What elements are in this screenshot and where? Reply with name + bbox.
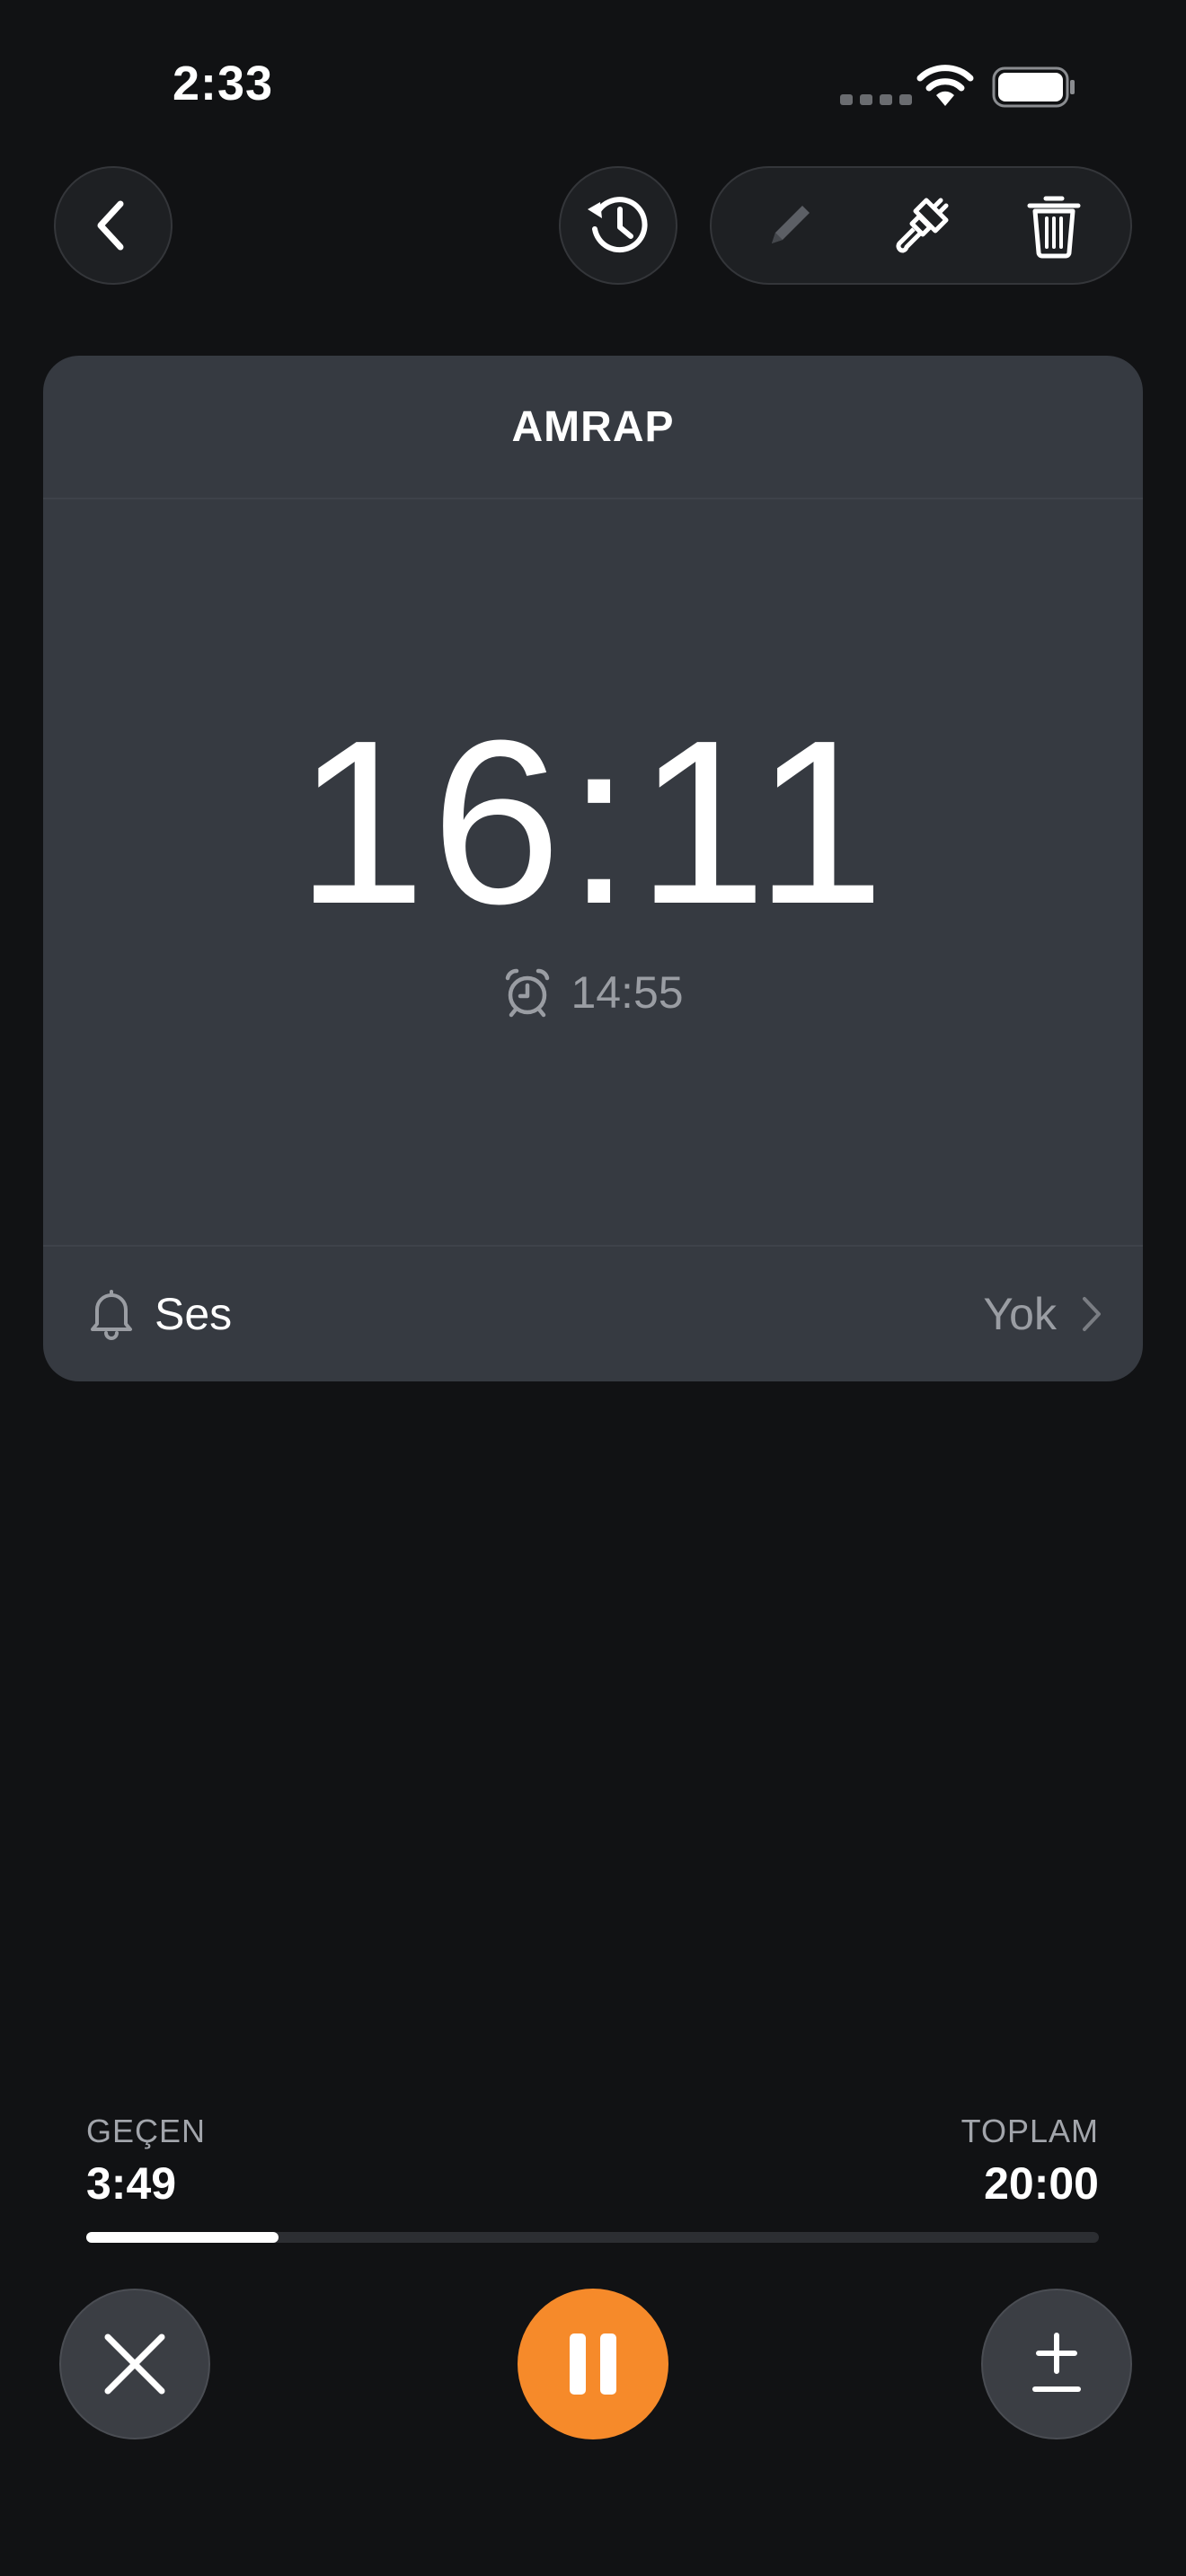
paintbrush-icon xyxy=(896,198,949,253)
timer-mode-title: AMRAP xyxy=(43,356,1143,499)
status-time: 2:33 xyxy=(173,57,274,110)
elapsed-label: GEÇEN xyxy=(86,2113,207,2149)
sound-value-group: Yok xyxy=(983,1247,1103,1381)
timer-screen: 2:33 AMRAP 16:11 14:55 Ses Yok GEÇEN 3:4… xyxy=(0,0,1186,2576)
bell-icon xyxy=(91,1290,132,1340)
elapsed-value: 3:49 xyxy=(86,2158,177,2209)
battery-icon xyxy=(992,66,1076,112)
alarm-row: 14:55 xyxy=(43,966,1143,1019)
adjust-time-button[interactable] xyxy=(981,2289,1132,2439)
progress-fill xyxy=(86,2232,279,2243)
close-icon xyxy=(104,2333,165,2395)
total-label: TOPLAM xyxy=(960,2113,1099,2149)
cancel-button[interactable] xyxy=(59,2289,210,2439)
total-value: 20:00 xyxy=(984,2158,1099,2209)
alarm-clock-icon xyxy=(506,968,550,1018)
wifi-icon xyxy=(916,65,974,112)
sound-setting-row[interactable]: Ses Yok xyxy=(43,1245,1143,1381)
back-button[interactable] xyxy=(54,166,173,285)
chevron-right-icon xyxy=(1083,1297,1101,1331)
alarm-time: 14:55 xyxy=(571,967,684,1018)
plus-minus-icon xyxy=(1032,2333,1081,2392)
timer-card: AMRAP 16:11 14:55 Ses Yok xyxy=(43,356,1143,1381)
tool-group xyxy=(710,166,1132,285)
delete-button[interactable] xyxy=(987,168,1121,283)
history-icon xyxy=(588,197,648,253)
progress-track xyxy=(86,2232,1099,2243)
cellular-signal-icon xyxy=(840,94,912,105)
remaining-time: 16:11 xyxy=(296,693,890,953)
chevron-left-icon xyxy=(97,200,124,251)
edit-button[interactable] xyxy=(722,168,857,283)
sound-label: Ses xyxy=(155,1289,233,1339)
sound-value: Yok xyxy=(983,1289,1057,1339)
style-button[interactable] xyxy=(854,168,988,283)
sound-label-group: Ses xyxy=(88,1247,232,1381)
pause-button[interactable] xyxy=(518,2289,668,2439)
pause-icon xyxy=(570,2333,616,2395)
history-button[interactable] xyxy=(559,166,677,285)
pencil-icon xyxy=(772,206,810,243)
trash-icon xyxy=(1027,196,1081,259)
